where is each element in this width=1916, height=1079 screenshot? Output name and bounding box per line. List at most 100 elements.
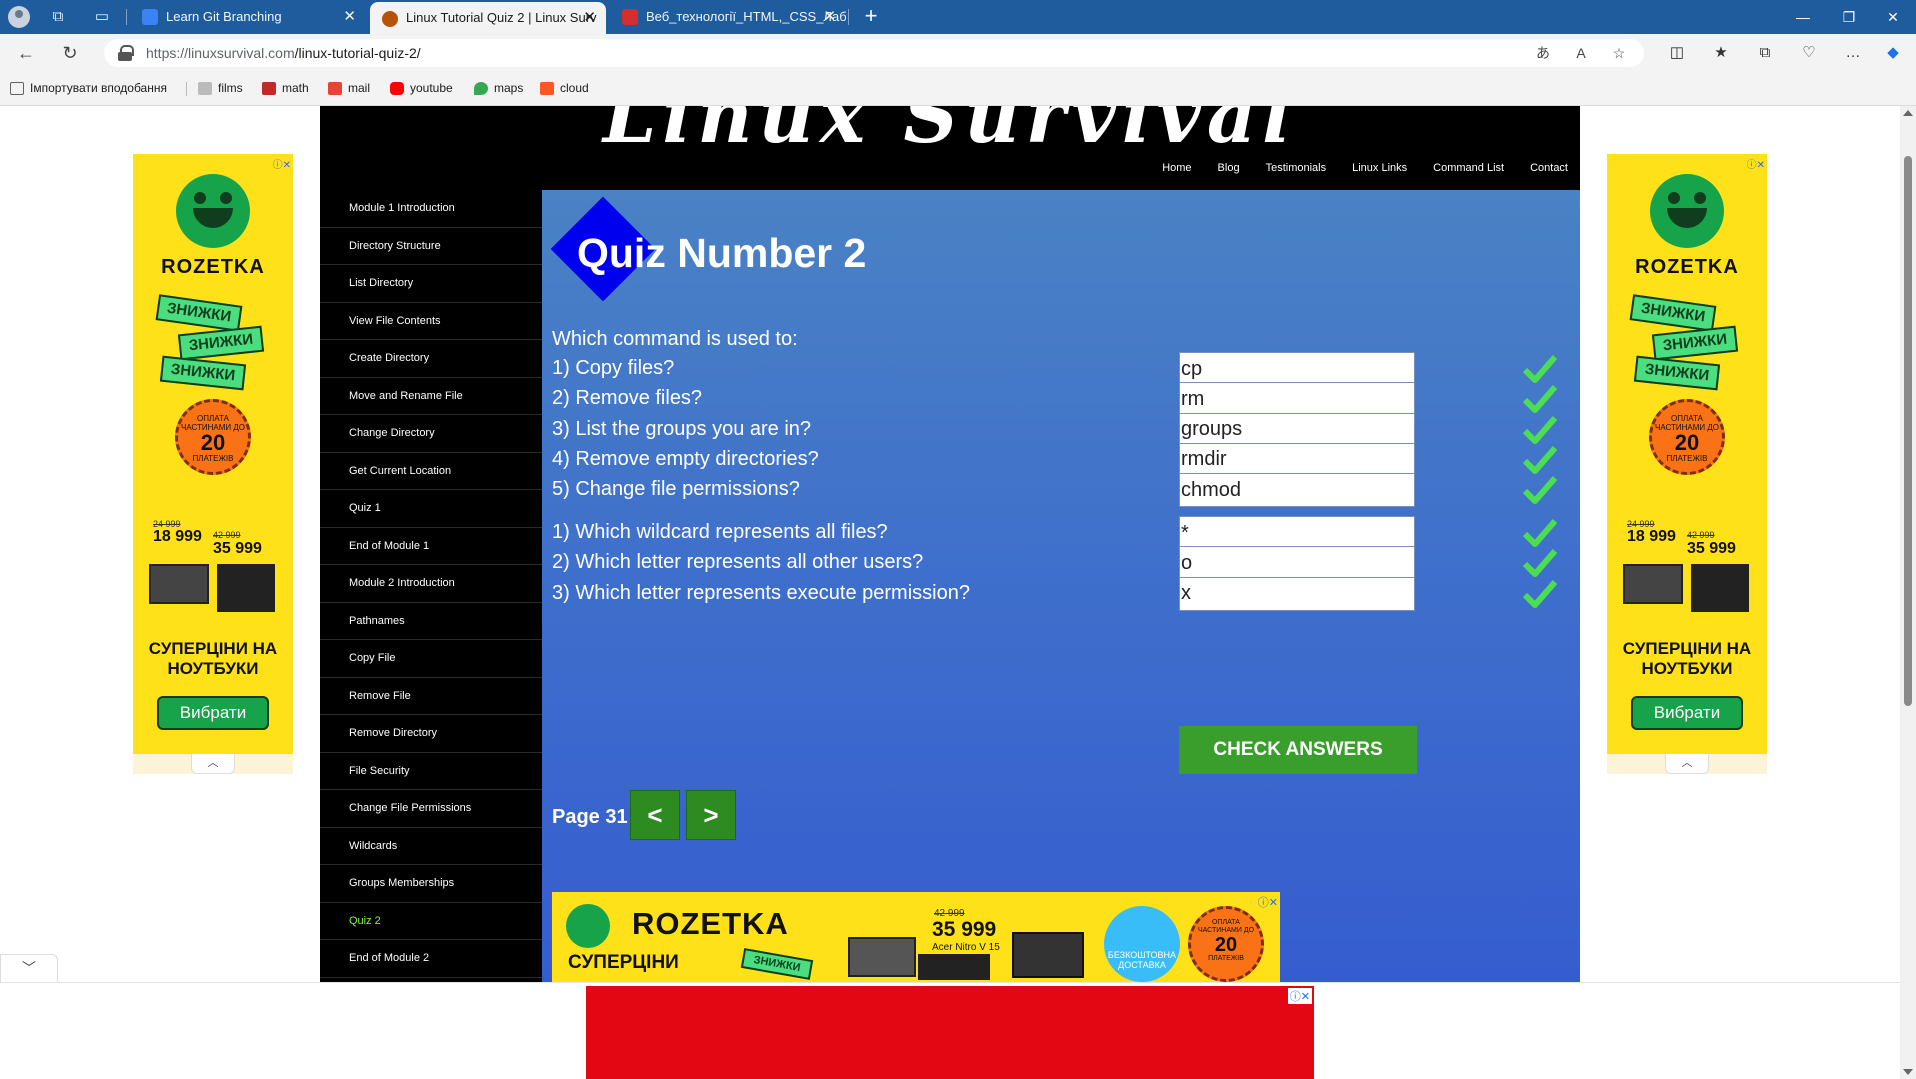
nav-testimonials[interactable]: Testimonials xyxy=(1266,158,1327,178)
workspaces-icon[interactable]: ⧉ xyxy=(48,7,68,27)
answer-input[interactable] xyxy=(1179,576,1415,611)
tab-learn-git-branching[interactable]: Learn Git Branching ✕ xyxy=(130,0,366,34)
answer-input[interactable] xyxy=(1179,546,1415,581)
tab-pdf-doc[interactable]: Веб_технології_HTML,_CSS_Лаб ✕ xyxy=(610,0,846,34)
bookmark-maps[interactable]: maps xyxy=(474,72,523,106)
answer-input[interactable] xyxy=(1179,382,1415,417)
next-page-button[interactable]: > xyxy=(686,790,736,840)
answer-input[interactable] xyxy=(1179,473,1415,508)
url-field[interactable]: https://linuxsurvival.com/linux-tutorial… xyxy=(104,39,1644,67)
lock-icon[interactable] xyxy=(118,45,134,61)
tab-actions-icon[interactable]: ▭ xyxy=(92,7,112,27)
close-tab-icon[interactable]: ✕ xyxy=(823,0,836,34)
sidebar-item-end-of-module-2[interactable]: End of Module 2 xyxy=(320,940,542,978)
hd-icon xyxy=(198,82,212,95)
laptop-image xyxy=(1623,564,1683,604)
bookmark-cloud[interactable]: cloud xyxy=(540,72,589,106)
profile-avatar-icon[interactable] xyxy=(8,6,30,28)
back-arrow-icon[interactable]: ← xyxy=(14,42,38,64)
bookmark-math[interactable]: math xyxy=(262,72,309,106)
chevron-up-icon[interactable]: ︿ xyxy=(191,754,235,774)
nav-home[interactable]: Home xyxy=(1162,158,1191,178)
sidebar-item-module-1-introduction[interactable]: Module 1 Introduction xyxy=(320,190,542,228)
bookmark-films[interactable]: films xyxy=(198,72,243,106)
restore-button[interactable]: ❐ xyxy=(1826,0,1872,34)
ad-choices-icon[interactable]: ⓘ✕ xyxy=(1287,988,1312,1004)
answer-input[interactable] xyxy=(1179,352,1415,386)
answer-input[interactable] xyxy=(1179,412,1415,447)
sidebar-item-quiz-2[interactable]: Quiz 2 xyxy=(320,903,542,940)
nav-linux-links[interactable]: Linux Links xyxy=(1352,158,1407,178)
ad-cta-button[interactable]: Вибрати xyxy=(1631,696,1743,730)
chevron-up-icon[interactable]: ︿ xyxy=(1665,754,1709,774)
question-label: 3) Which letter represents execute permi… xyxy=(552,581,970,604)
scroll-down-icon[interactable] xyxy=(1903,1069,1913,1075)
favorite-star-icon[interactable]: ☆ xyxy=(1608,43,1630,63)
nav-command-list[interactable]: Command List xyxy=(1433,158,1504,178)
sidebar-item-quiz-1[interactable]: Quiz 1 xyxy=(320,490,542,528)
browser-essentials-icon[interactable]: ♡ xyxy=(1798,43,1820,63)
refresh-icon[interactable]: ↻ xyxy=(58,42,82,64)
sidebar-item-wildcards[interactable]: Wildcards xyxy=(320,828,542,865)
url-text[interactable]: https://linuxsurvival.com/linux-tutorial… xyxy=(146,39,421,67)
sidebar-item-move-and-rename-file[interactable]: Move and Rename File xyxy=(320,378,542,415)
ad-choices-icon[interactable]: ⓘ✕ xyxy=(1258,894,1278,910)
sidebar-item-file-security[interactable]: File Security xyxy=(320,753,542,790)
linux-favicon-icon xyxy=(382,11,398,27)
nav-contact[interactable]: Contact xyxy=(1530,158,1568,178)
prev-page-button[interactable]: < xyxy=(630,790,680,840)
split-screen-icon[interactable]: ◫ xyxy=(1666,43,1688,63)
favorites-icon[interactable]: ★ xyxy=(1710,43,1732,63)
sidebar-item-module-2-introduction[interactable]: Module 2 Introduction xyxy=(320,565,542,603)
new-tab-button[interactable]: + xyxy=(858,4,884,30)
sidebar-item-get-current-location[interactable]: Get Current Location xyxy=(320,453,542,490)
correct-check-icon xyxy=(1522,549,1558,578)
vertical-scrollbar[interactable] xyxy=(1900,106,1916,1079)
bookmark-youtube[interactable]: youtube xyxy=(390,72,453,106)
sidebar-item-remove-file[interactable]: Remove File xyxy=(320,678,542,715)
more-menu-icon[interactable]: … xyxy=(1842,43,1864,63)
site-logo-title[interactable]: Linux Survival xyxy=(320,106,1580,166)
page-number: Page 31 xyxy=(552,806,628,828)
close-window-button[interactable]: ✕ xyxy=(1870,0,1916,34)
chevron-down-icon[interactable]: ﹀ xyxy=(0,954,58,982)
sidebar-item-directory-structure[interactable]: Directory Structure xyxy=(320,228,542,265)
nav-blog[interactable]: Blog xyxy=(1218,158,1240,178)
answer-input[interactable] xyxy=(1179,516,1415,550)
collections-icon[interactable]: ⧉ xyxy=(1754,43,1776,63)
top-navigation: Home Blog Testimonials Linux Links Comma… xyxy=(1162,158,1568,178)
ad-price: 18 999 xyxy=(153,528,202,545)
bookmark-import[interactable]: Імпортувати вподобання xyxy=(10,72,167,106)
ad-choices-icon[interactable]: ⓘ✕ xyxy=(1739,156,1765,171)
bottom-banner-ad[interactable]: ⓘ✕ xyxy=(586,986,1314,1079)
scroll-up-icon[interactable] xyxy=(1903,110,1913,116)
sidebar-item-pathnames[interactable]: Pathnames xyxy=(320,603,542,640)
ad-choices-icon[interactable]: ⓘ✕ xyxy=(265,156,291,171)
bookmark-mail[interactable]: mail xyxy=(328,72,370,106)
right-side-ad[interactable]: ⓘ✕ ROZETKA ЗНИЖКИ ЗНИЖКИ ЗНИЖКИ ОПЛАТА Ч… xyxy=(1607,154,1767,754)
sidebar-item-change-file-permissions[interactable]: Change File Permissions xyxy=(320,790,542,828)
translate-icon[interactable]: あ xyxy=(1532,43,1554,63)
sidebar-item-view-file-contents[interactable]: View File Contents xyxy=(320,303,542,340)
sidebar-item-list-directory[interactable]: List Directory xyxy=(320,265,542,303)
left-side-ad[interactable]: ⓘ✕ ROZETKA ЗНИЖКИ ЗНИЖКИ ЗНИЖКИ ОПЛАТА Ч… xyxy=(133,154,293,754)
scrollbar-thumb[interactable] xyxy=(1904,156,1912,706)
read-aloud-icon[interactable]: A xyxy=(1570,43,1592,63)
minimize-button[interactable]: — xyxy=(1780,0,1826,34)
sidebar-item-groups-memberships[interactable]: Groups Memberships xyxy=(320,865,542,903)
delivery-badge: БЕЗКОШТОВНА ДОСТАВКА xyxy=(1104,906,1180,982)
sidebar-item-change-directory[interactable]: Change Directory xyxy=(320,415,542,453)
tab-title: Linux Tutorial Quiz 2 | Linux Surv xyxy=(406,10,597,25)
sidebar-item-create-directory[interactable]: Create Directory xyxy=(320,340,542,378)
copilot-icon[interactable]: ◆ xyxy=(1882,43,1904,63)
answer-input[interactable] xyxy=(1179,442,1415,477)
tab-linux-quiz[interactable]: Linux Tutorial Quiz 2 | Linux Surv ✕ xyxy=(370,2,606,34)
sidebar-item-remove-directory[interactable]: Remove Directory xyxy=(320,715,542,753)
sidebar-item-end-of-module-1[interactable]: End of Module 1 xyxy=(320,528,542,565)
check-answers-button[interactable]: CHECK ANSWERS xyxy=(1179,726,1417,774)
close-tab-icon[interactable]: ✕ xyxy=(583,2,596,34)
inline-banner-ad[interactable]: ⓘ✕ ROZETKA СУПЕРЦІНИ ЗНИЖКИ 42 999 35 99… xyxy=(552,892,1280,982)
close-tab-icon[interactable]: ✕ xyxy=(343,0,356,34)
ad-cta-button[interactable]: Вибрати xyxy=(157,696,269,730)
sidebar-item-copy-file[interactable]: Copy File xyxy=(320,640,542,678)
